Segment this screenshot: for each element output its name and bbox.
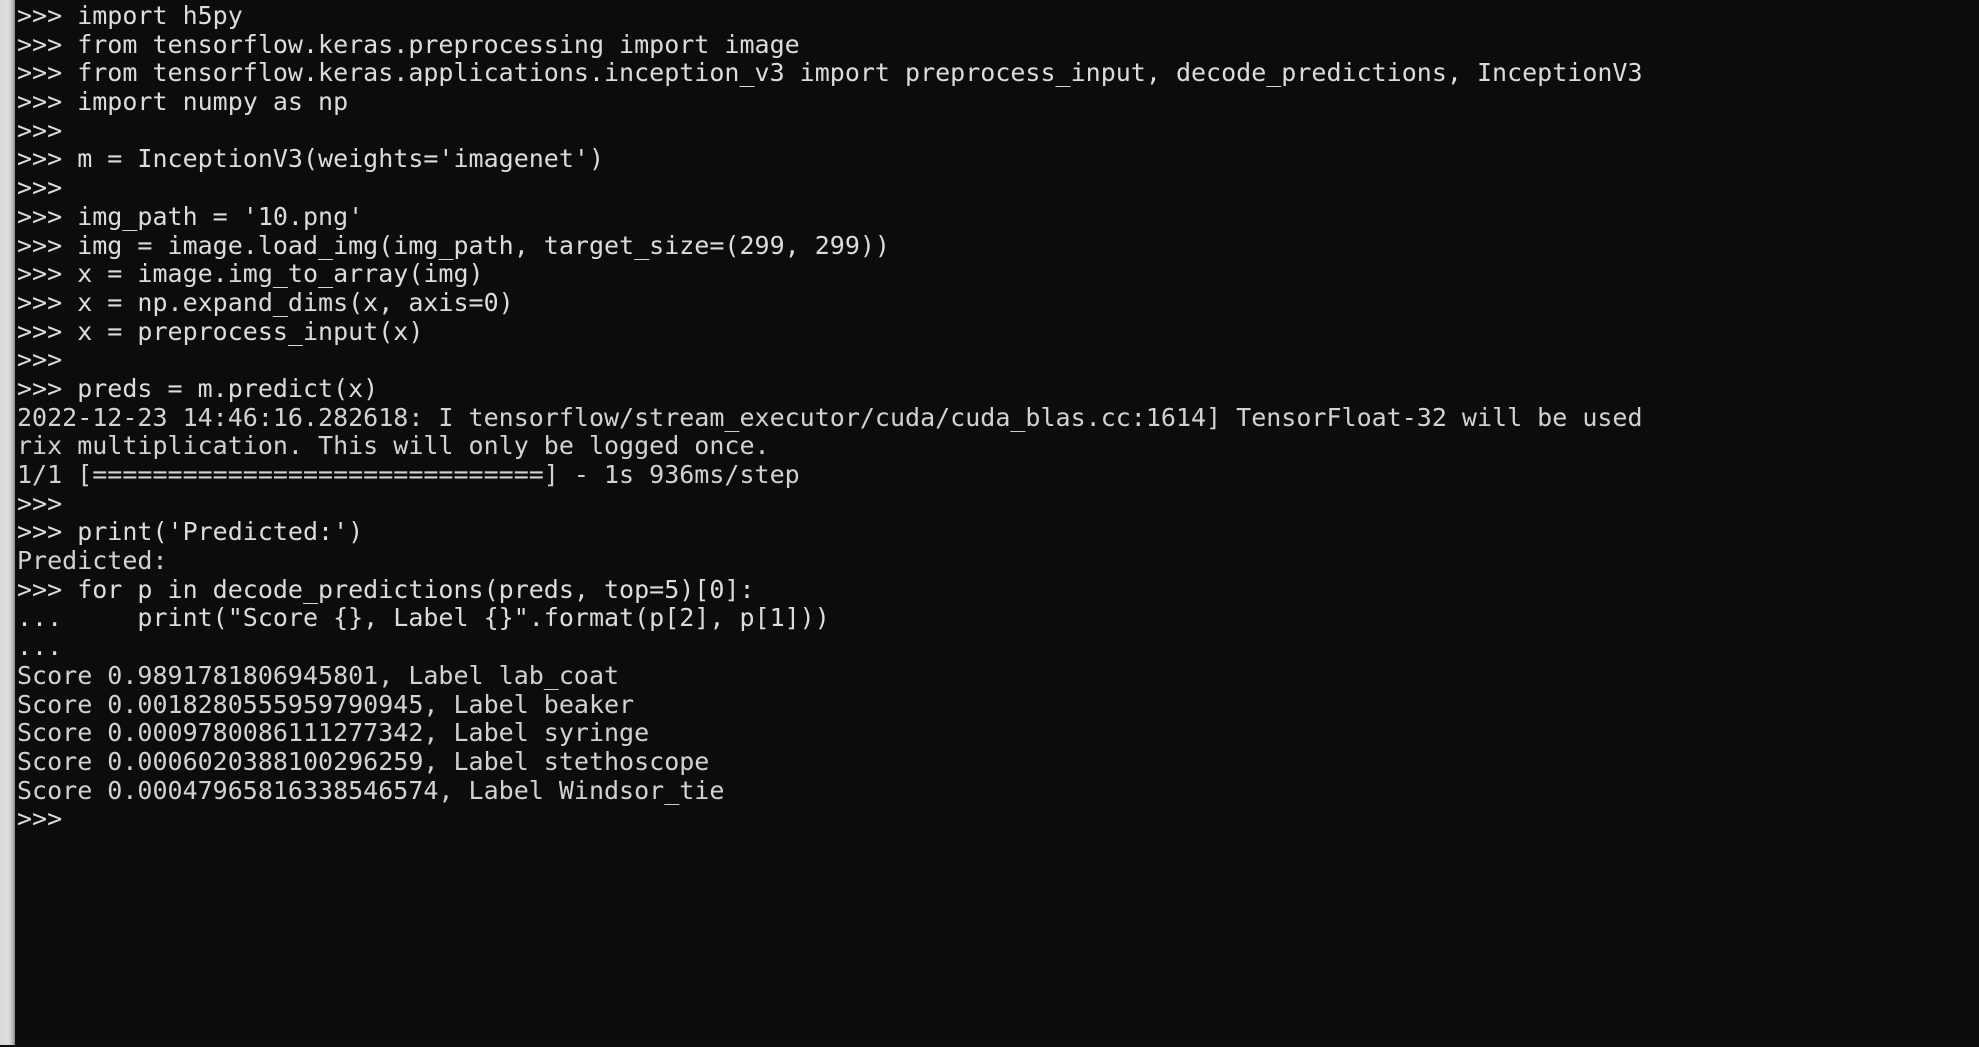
terminal-line: >>> preds = m.predict(x) [17,373,379,403]
terminal-line: ... print("Score {}, Label {}".format(p[… [17,603,830,633]
terminal-line: >>> [17,345,63,375]
terminal-line: rix multiplication. This will only be lo… [17,431,770,461]
terminal-line: >>> [17,115,63,145]
terminal-line: 2022-12-23 14:46:16.282618: I tensorflow… [17,402,1643,432]
terminal-window: >>> import h5py >>> from tensorflow.keras… [0,0,1979,1047]
terminal-line: >>> print('Predicted:') [17,517,364,547]
terminal-line: >>> x = image.img_to_array(img) [17,259,484,289]
terminal-line: ... [17,632,63,662]
terminal-line: >>> x = preprocess_input(x) [17,316,424,346]
terminal-line: >>> from tensorflow.keras.preprocessing … [17,29,800,59]
window-left-border [0,0,15,1045]
terminal-line: Score 0.00047965816338546574, Label Wind… [17,775,725,805]
terminal-line: Score 0.0006020388100296259, Label steth… [17,746,710,776]
terminal-line: >>> img_path = '10.png' [17,201,364,231]
terminal-line: >>> for p in decode_predictions(preds, t… [17,574,755,604]
terminal-line: >>> x = np.expand_dims(x, axis=0) [17,287,514,317]
terminal-line: Score 0.9891781806945801, Label lab_coat [17,660,620,690]
terminal-line: >>> from tensorflow.keras.applications.i… [17,58,1643,88]
terminal-line: >>> m = InceptionV3(weights='imagenet') [17,144,604,174]
terminal-line: >>> [17,488,63,518]
terminal-line: >>> [17,173,63,203]
terminal-line: >>> import h5py [17,1,243,30]
terminal-line: Score 0.0009780086111277342, Label syrin… [17,718,650,748]
terminal-line: >>> img = image.load_img(img_path, targe… [17,230,890,260]
terminal-output-area[interactable]: >>> import h5py >>> from tensorflow.keras… [15,0,1979,1047]
terminal-line: Predicted: [17,546,168,576]
terminal-line: >>> [17,804,63,834]
terminal-line: 1/1 [==============================] - 1… [17,460,800,489]
terminal-line: >>> import numpy as np [17,87,349,117]
terminal-line: Score 0.0018280555959790945, Label beake… [17,689,635,719]
